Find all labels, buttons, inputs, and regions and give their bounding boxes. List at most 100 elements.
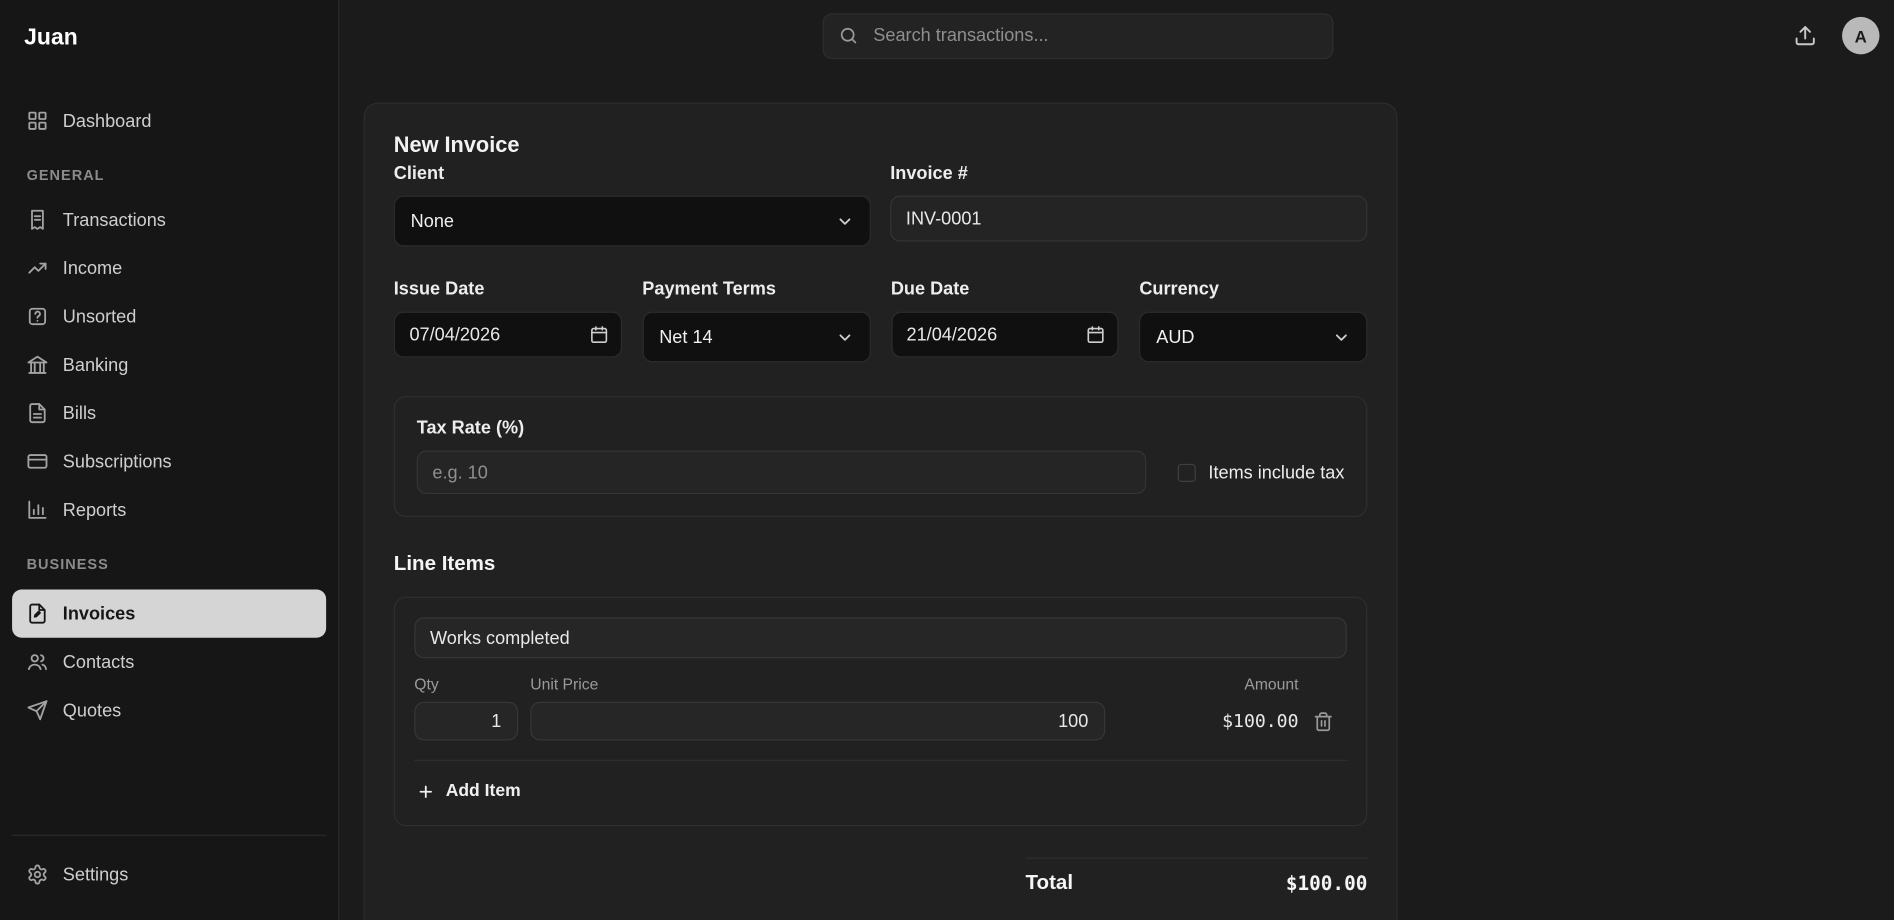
sidebar-item-reports[interactable]: Reports xyxy=(12,486,326,534)
sidebar-section-business: BUSINESS xyxy=(27,556,312,573)
qty-label: Qty xyxy=(414,675,518,694)
invoice-number-field: Invoice # xyxy=(890,162,1367,247)
sidebar-item-bills[interactable]: Bills xyxy=(12,389,326,437)
sidebar-item-label: Bills xyxy=(63,403,96,424)
issue-date-label: Issue Date xyxy=(394,278,622,302)
sidebar-item-label: Income xyxy=(63,258,122,279)
search-bar xyxy=(823,13,1334,59)
total-row: Total $100.00 xyxy=(1026,858,1368,895)
sidebar: Juan Dashboard GENERAL Transactions Inc xyxy=(0,0,339,920)
currency-field: Currency AUD xyxy=(1139,278,1367,363)
sidebar-nav: Dashboard GENERAL Transactions Income xyxy=(12,97,326,735)
app-window: Juan Dashboard GENERAL Transactions Inc xyxy=(0,0,1894,920)
sidebar-item-banking[interactable]: Banking xyxy=(12,341,326,389)
gear-icon xyxy=(27,864,49,886)
sidebar-item-transactions[interactable]: Transactions xyxy=(12,196,326,244)
tax-rate-input[interactable] xyxy=(417,451,1147,494)
sidebar-item-settings[interactable]: Settings xyxy=(12,850,326,898)
sidebar-footer: Settings xyxy=(12,835,326,920)
chevron-down-icon xyxy=(1332,328,1350,346)
amount-label: Amount xyxy=(1117,675,1298,694)
sidebar-item-label: Banking xyxy=(63,355,128,376)
chevron-down-icon xyxy=(835,328,853,346)
sidebar-item-unsorted[interactable]: Unsorted xyxy=(12,292,326,340)
sidebar-item-subscriptions[interactable]: Subscriptions xyxy=(12,437,326,485)
sidebar-item-label: Unsorted xyxy=(63,306,137,327)
calendar-icon xyxy=(589,325,608,344)
page-title: New Invoice xyxy=(394,130,1368,159)
paper-plane-icon xyxy=(27,699,49,721)
calendar-icon xyxy=(1086,325,1105,344)
brand: Juan xyxy=(12,0,326,52)
issue-date-value: 07/04/2026 xyxy=(409,324,500,345)
sidebar-item-contacts[interactable]: Contacts xyxy=(12,638,326,686)
upload-button[interactable] xyxy=(1789,19,1822,52)
dashboard-icon xyxy=(27,110,49,132)
sidebar-item-label: Invoices xyxy=(63,603,136,624)
unit-price-label: Unit Price xyxy=(530,675,1105,694)
delete-item-button[interactable] xyxy=(1311,708,1347,733)
sidebar-item-quotes[interactable]: Quotes xyxy=(12,686,326,734)
sidebar-section-general: GENERAL xyxy=(27,167,312,184)
due-date-value: 21/04/2026 xyxy=(907,324,998,345)
amount-value: $100.00 xyxy=(1117,710,1298,732)
client-select[interactable]: None xyxy=(394,196,871,247)
qty-input[interactable] xyxy=(414,702,518,741)
new-invoice-card: New Invoice Client None Invoice # xyxy=(364,103,1398,920)
due-date-label: Due Date xyxy=(891,278,1119,302)
due-date-field: Due Date 21/04/2026 xyxy=(891,278,1119,363)
dates-row: Issue Date 07/04/2026 Payment Terms Net … xyxy=(394,278,1368,363)
sidebar-item-label: Settings xyxy=(63,864,128,885)
sidebar-item-income[interactable]: Income xyxy=(12,244,326,292)
sidebar-item-label: Reports xyxy=(63,499,126,520)
plus-icon xyxy=(417,782,435,800)
line-items-heading: Line Items xyxy=(394,551,1368,578)
avatar[interactable]: A xyxy=(1842,17,1879,54)
search-input[interactable] xyxy=(871,24,1318,47)
item-description-input[interactable] xyxy=(414,617,1346,658)
total-value: $100.00 xyxy=(1286,871,1367,894)
sidebar-item-label: Dashboard xyxy=(63,111,152,132)
sidebar-item-invoices[interactable]: Invoices xyxy=(12,589,326,637)
client-field: Client None xyxy=(394,162,871,247)
payment-terms-label: Payment Terms xyxy=(642,278,870,302)
add-item-button[interactable]: Add Item xyxy=(414,777,523,806)
payment-terms-value: Net 14 xyxy=(659,327,712,348)
payment-terms-select[interactable]: Net 14 xyxy=(642,312,870,363)
topbar-actions: A xyxy=(1789,17,1880,54)
line-items-panel: Qty Unit Price Amount $100.00 xyxy=(394,597,1368,827)
users-icon xyxy=(27,651,49,673)
items-divider xyxy=(414,760,1346,761)
document-icon xyxy=(27,402,49,424)
unit-price-input[interactable] xyxy=(530,702,1105,741)
items-include-tax-checkbox[interactable] xyxy=(1178,464,1196,482)
sidebar-item-label: Subscriptions xyxy=(63,451,172,472)
tax-rate-label: Tax Rate (%) xyxy=(417,417,1147,441)
currency-value: AUD xyxy=(1156,327,1194,348)
chevron-down-icon xyxy=(836,212,854,230)
due-date-input[interactable]: 21/04/2026 xyxy=(891,312,1119,358)
invoice-number-input[interactable] xyxy=(890,196,1367,242)
issue-date-input[interactable]: 07/04/2026 xyxy=(394,312,622,358)
invoice-file-icon xyxy=(27,603,49,625)
client-number-row: Client None Invoice # xyxy=(394,162,1368,247)
line-item-row: Qty Unit Price Amount $100.00 xyxy=(414,675,1346,740)
invoice-number-label: Invoice # xyxy=(890,162,1367,186)
issue-date-field: Issue Date 07/04/2026 xyxy=(394,278,622,363)
search-icon xyxy=(838,25,859,46)
sidebar-item-label: Transactions xyxy=(63,210,166,231)
payment-terms-field: Payment Terms Net 14 xyxy=(642,278,870,363)
bank-icon xyxy=(27,354,49,376)
sidebar-item-label: Contacts xyxy=(63,652,135,673)
currency-select[interactable]: AUD xyxy=(1139,312,1367,363)
content-area: New Invoice Client None Invoice # xyxy=(339,71,1894,920)
sidebar-item-dashboard[interactable]: Dashboard xyxy=(12,97,326,145)
question-square-icon xyxy=(27,306,49,328)
topbar: A xyxy=(339,0,1894,71)
sidebar-item-label: Quotes xyxy=(63,700,121,721)
total-label: Total xyxy=(1026,871,1074,895)
main-area: A New Invoice Client None xyxy=(339,0,1894,920)
client-label: Client xyxy=(394,162,871,186)
items-include-tax-field: Items include tax xyxy=(1178,463,1344,494)
client-select-value: None xyxy=(411,211,454,232)
